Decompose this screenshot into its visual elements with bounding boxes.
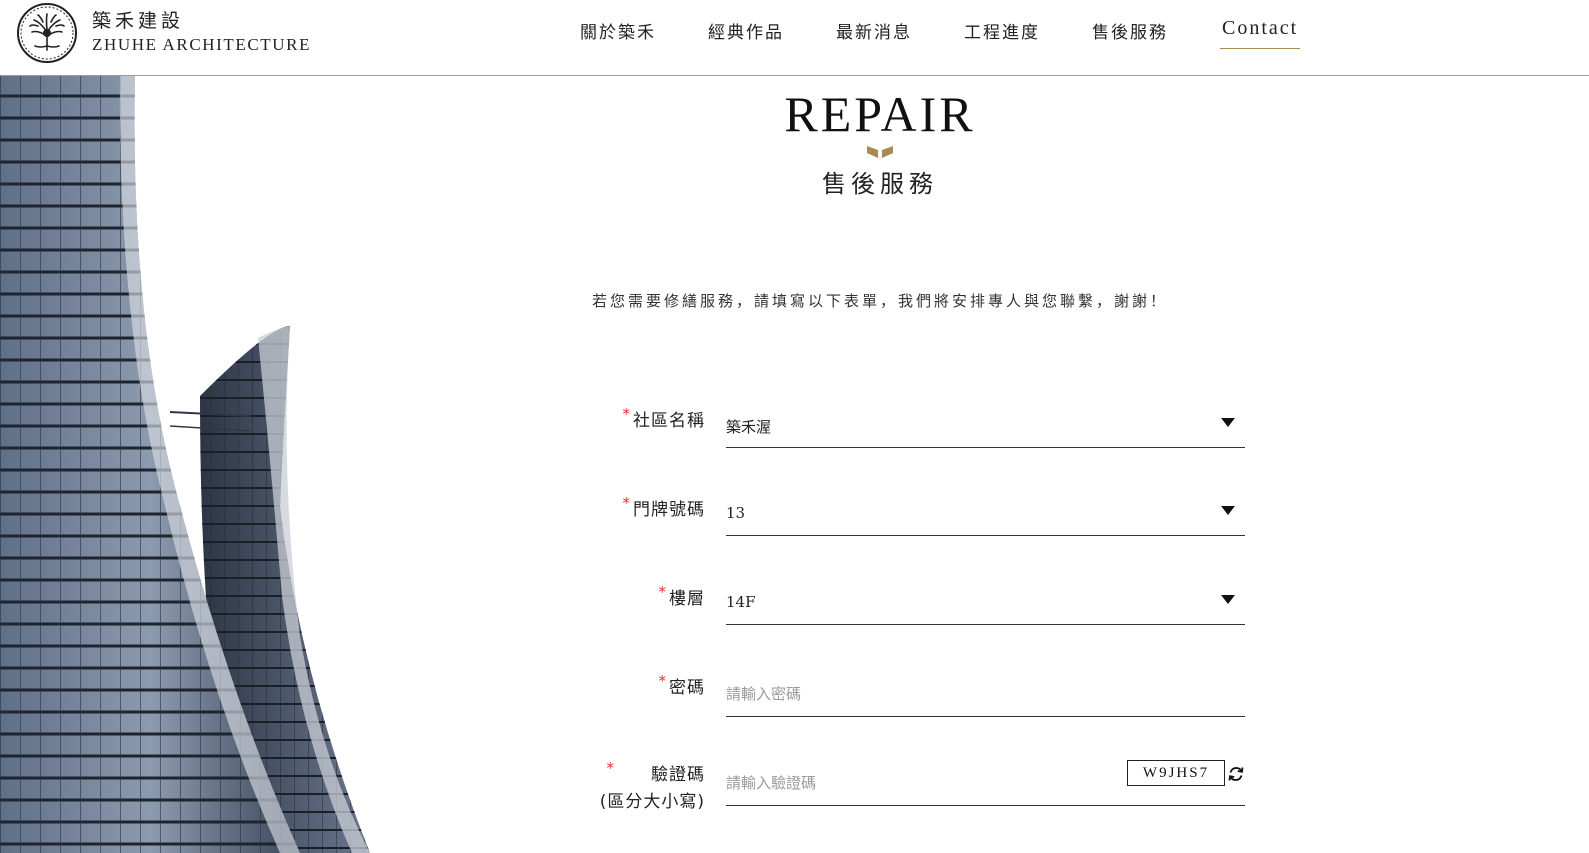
door-number-select[interactable]: 13 [726, 490, 1245, 536]
logo-chinese-name: 築禾建設 [92, 10, 185, 32]
site-header: 築禾建設 ZHUHE ARCHITECTURE 關於築禾 經典作品 最新消息 工… [0, 0, 1589, 76]
required-mark: * [622, 405, 631, 423]
building-photo [0, 76, 370, 853]
page-subtitle: 售後服務 [822, 170, 938, 198]
page-title: REPAIR [784, 86, 976, 142]
captcha-input[interactable] [726, 770, 1106, 796]
floor-value: 14F [726, 593, 756, 611]
refresh-icon[interactable] [1227, 765, 1245, 783]
nav-item-after-sales[interactable]: 售後服務 [1092, 18, 1168, 49]
floor-label: * 樓層 [658, 583, 705, 609]
floor-select[interactable]: 14F [726, 579, 1245, 625]
gold-chevron-icon [867, 146, 893, 158]
required-mark: * [658, 583, 667, 601]
required-mark: * [622, 494, 631, 512]
caret-down-icon[interactable] [1221, 418, 1235, 427]
logo-icon [17, 3, 77, 63]
password-field[interactable] [726, 671, 1245, 717]
door-number-label: * 門牌號碼 [622, 494, 705, 520]
required-mark: * [606, 759, 615, 777]
door-number-value: 13 [726, 504, 746, 522]
captcha-case-note: (區分大小寫) [599, 792, 705, 812]
logo-english-name: ZHUHE ARCHITECTURE [92, 35, 312, 54]
caret-down-icon[interactable] [1221, 595, 1235, 604]
nav-item-progress[interactable]: 工程進度 [964, 18, 1040, 49]
logo-text: 築禾建設 ZHUHE ARCHITECTURE [92, 9, 311, 57]
nav-item-about[interactable]: 關於築禾 [580, 18, 656, 49]
page-heading: REPAIR 售後服務 [680, 84, 1080, 199]
intro-text: 若您需要修繕服務，請填寫以下表單，我們將安排專人與您聯繫，謝謝！ [591, 292, 1168, 310]
community-label: * 社區名稱 [622, 405, 705, 431]
community-value: 築禾渥 [726, 418, 772, 436]
main-nav: 關於築禾 經典作品 最新消息 工程進度 售後服務 Contact [580, 17, 1301, 49]
logo-link[interactable]: 築禾建設 ZHUHE ARCHITECTURE [16, 2, 311, 64]
captcha-field[interactable]: W9JHS7 [726, 760, 1245, 806]
nav-item-news[interactable]: 最新消息 [836, 18, 912, 49]
caret-down-icon[interactable] [1221, 506, 1235, 515]
nav-item-contact[interactable]: Contact [1220, 17, 1301, 49]
captcha-code: W9JHS7 [1127, 760, 1225, 786]
password-label: * 密碼 [658, 672, 705, 698]
community-select[interactable]: 築禾渥 [726, 402, 1245, 448]
required-mark: * [658, 672, 667, 690]
captcha-label: * 驗證碼 (區分大小寫) [599, 759, 705, 812]
nav-item-works[interactable]: 經典作品 [708, 18, 784, 49]
password-input[interactable] [726, 681, 1106, 707]
